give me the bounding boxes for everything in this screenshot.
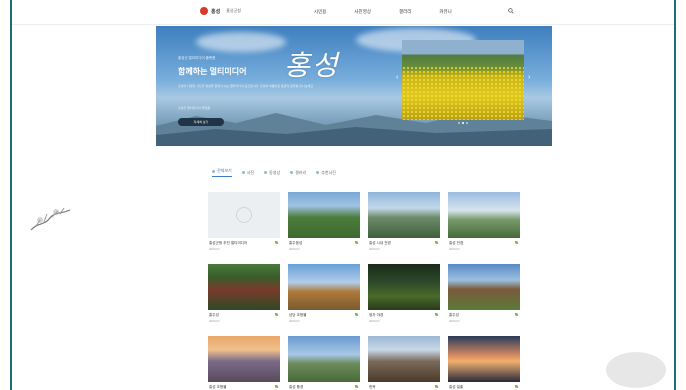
leaf-icon	[435, 385, 438, 388]
main-nav: 시민용 사진영상 갤러리 커뮤니	[314, 9, 452, 15]
media-card[interactable]: 홍주성 2023.07	[208, 264, 280, 328]
media-card[interactable]: 남당 조형물 2023.07	[288, 264, 360, 328]
media-title: 홍주성	[449, 313, 459, 317]
hero-note: 홍성군 멀티미디어 플랫폼	[178, 106, 211, 110]
media-thumbnail[interactable]	[288, 192, 360, 238]
media-date: 2023.07	[289, 319, 300, 323]
leaf-icon	[275, 385, 278, 388]
tab-dot-icon	[212, 169, 215, 173]
category-tabs: 전체보기 사진 동영상 갤러리 추천사진	[212, 168, 336, 177]
hero-banner: 홍성군 멀티미디어 플랫폼 함께하는 멀티미디어 홍성 홍성의 다양한 사진과 …	[156, 26, 552, 146]
search-icon[interactable]	[508, 8, 514, 14]
media-card[interactable]: 홍성 전경 2023.07	[448, 192, 520, 256]
media-thumbnail[interactable]	[368, 192, 440, 238]
media-thumbnail[interactable]	[448, 264, 520, 310]
tab-dot-icon	[241, 171, 245, 174]
leaf-icon	[515, 241, 518, 244]
hero-title: 함께하는 멀티미디어	[178, 67, 247, 76]
tab-dot-icon	[290, 171, 294, 174]
media-date: 2023.07	[209, 247, 220, 251]
media-title: 홍주읍성	[289, 241, 303, 245]
top-navigation-bar: 홍성 홍성군청 시민용 사진영상 갤러리 커뮤니	[12, 0, 674, 25]
nav-item[interactable]: 시민용	[314, 9, 326, 15]
leaf-icon	[275, 241, 278, 244]
logo-subtitle: 홍성군청	[226, 8, 241, 13]
media-card[interactable]: 홍성 조형물2023.07	[208, 336, 280, 390]
leaf-icon	[355, 313, 358, 316]
ink-wash-decoration	[606, 352, 666, 388]
media-title: 정자 야경	[369, 313, 384, 317]
media-title: 홍성 전경	[449, 241, 464, 245]
media-date: 2023.07	[449, 247, 460, 251]
media-date: 2023.07	[369, 319, 380, 323]
placeholder-icon	[236, 207, 252, 223]
media-thumbnail[interactable]	[288, 336, 360, 382]
hero-description: 홍성의 다양한 사진과 영상을 함께 나누는 멀티미디어 공간입니다. 홍성의 …	[178, 84, 314, 88]
tab-dot-icon	[316, 171, 320, 174]
chevron-right-icon[interactable]: ›	[528, 74, 534, 82]
leaf-icon	[515, 313, 518, 316]
cloud-shape	[196, 32, 286, 52]
media-thumbnail[interactable]	[448, 336, 520, 382]
media-date: 2023.07	[449, 319, 460, 323]
pager-dot[interactable]	[458, 122, 460, 124]
tab-video[interactable]: 동영상	[264, 168, 280, 177]
media-thumbnail[interactable]	[368, 336, 440, 382]
media-card[interactable]: 정자 야경 2023.07	[368, 264, 440, 328]
media-date: 2023.07	[369, 247, 380, 251]
logo-text: 홍성	[211, 8, 221, 15]
media-title: 한옥	[369, 385, 376, 389]
tab-dot-icon	[264, 171, 268, 174]
media-thumbnail[interactable]	[208, 192, 280, 238]
media-card[interactable]: 홍성 일출2023.07	[448, 336, 520, 390]
pager-dot-active[interactable]	[462, 122, 464, 124]
media-thumbnail[interactable]	[288, 264, 360, 310]
media-title: 홍성 풍경	[289, 385, 304, 389]
leaf-icon	[515, 385, 518, 388]
media-card[interactable]: 홍성 시내 전경 2023.07	[368, 192, 440, 256]
leaf-icon	[355, 385, 358, 388]
tab-all[interactable]: 전체보기	[212, 168, 232, 177]
site-logo[interactable]: 홍성 홍성군청	[200, 7, 241, 15]
media-card[interactable]: 홍성군청 추천 멀티미디어 2023.07	[208, 192, 280, 256]
media-thumbnail[interactable]	[448, 192, 520, 238]
media-title: 홍성 시내 전경	[369, 241, 391, 245]
media-title: 홍주성	[209, 313, 219, 317]
chevron-left-icon[interactable]: ‹	[396, 74, 402, 82]
media-card[interactable]: 한옥2023.07	[368, 336, 440, 390]
hero-more-button[interactable]: 자세히 보기	[178, 118, 224, 126]
media-title: 홍성 일출	[449, 385, 464, 389]
tab-gallery[interactable]: 갤러리	[290, 168, 306, 177]
media-card[interactable]: 홍성 풍경2023.07	[288, 336, 360, 390]
leaf-icon	[275, 313, 278, 316]
leaf-icon	[435, 313, 438, 316]
hero-featured-photo	[402, 40, 524, 120]
tab-photo[interactable]: 사진	[241, 168, 254, 177]
media-title: 홍성군청 추천 멀티미디어	[209, 241, 248, 245]
ink-tree-decoration	[30, 207, 71, 231]
nav-item[interactable]: 갤러리	[399, 9, 411, 15]
media-thumbnail[interactable]	[368, 264, 440, 310]
media-date: 2023.07	[289, 247, 300, 251]
hero-pagination	[458, 122, 468, 124]
media-title: 남당 조형물	[289, 313, 307, 317]
logo-mark-icon	[200, 7, 208, 15]
media-date: 2023.07	[209, 319, 220, 323]
media-card[interactable]: 홍주읍성 2023.07	[288, 192, 360, 256]
page-frame: 홍성 홍성군청 시민용 사진영상 갤러리 커뮤니 홍성군 멀티미디어 플랫폼 함…	[10, 0, 676, 390]
media-grid: 홍성군청 추천 멀티미디어 2023.07 홍주읍성 2023.07 홍성 시내 전경 2…	[208, 192, 524, 390]
leaf-icon	[435, 241, 438, 244]
hero-tagline: 홍성군 멀티미디어 플랫폼	[178, 56, 216, 60]
media-card[interactable]: 홍주성 2023.07	[448, 264, 520, 328]
nav-item[interactable]: 사진영상	[354, 9, 371, 15]
tab-recommended[interactable]: 추천사진	[316, 168, 336, 177]
pager-dot[interactable]	[466, 122, 468, 124]
media-thumbnail[interactable]	[208, 264, 280, 310]
leaf-icon	[355, 241, 358, 244]
media-thumbnail[interactable]	[208, 336, 280, 382]
nav-item[interactable]: 커뮤니	[439, 9, 451, 15]
hero-brand-calligraphy: 홍성	[284, 49, 340, 82]
media-title: 홍성 조형물	[209, 385, 227, 389]
